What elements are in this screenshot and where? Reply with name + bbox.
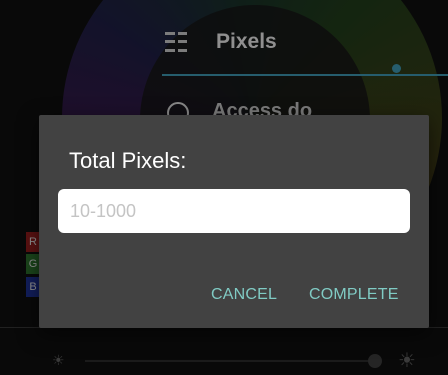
cancel-button[interactable]: CANCEL: [209, 282, 279, 308]
total-pixels-dialog: Total Pixels: CANCEL COMPLETE: [39, 115, 429, 328]
dialog-title: Total Pixels:: [69, 148, 187, 173]
complete-button[interactable]: COMPLETE: [307, 282, 401, 308]
total-pixels-input[interactable]: [58, 189, 410, 233]
